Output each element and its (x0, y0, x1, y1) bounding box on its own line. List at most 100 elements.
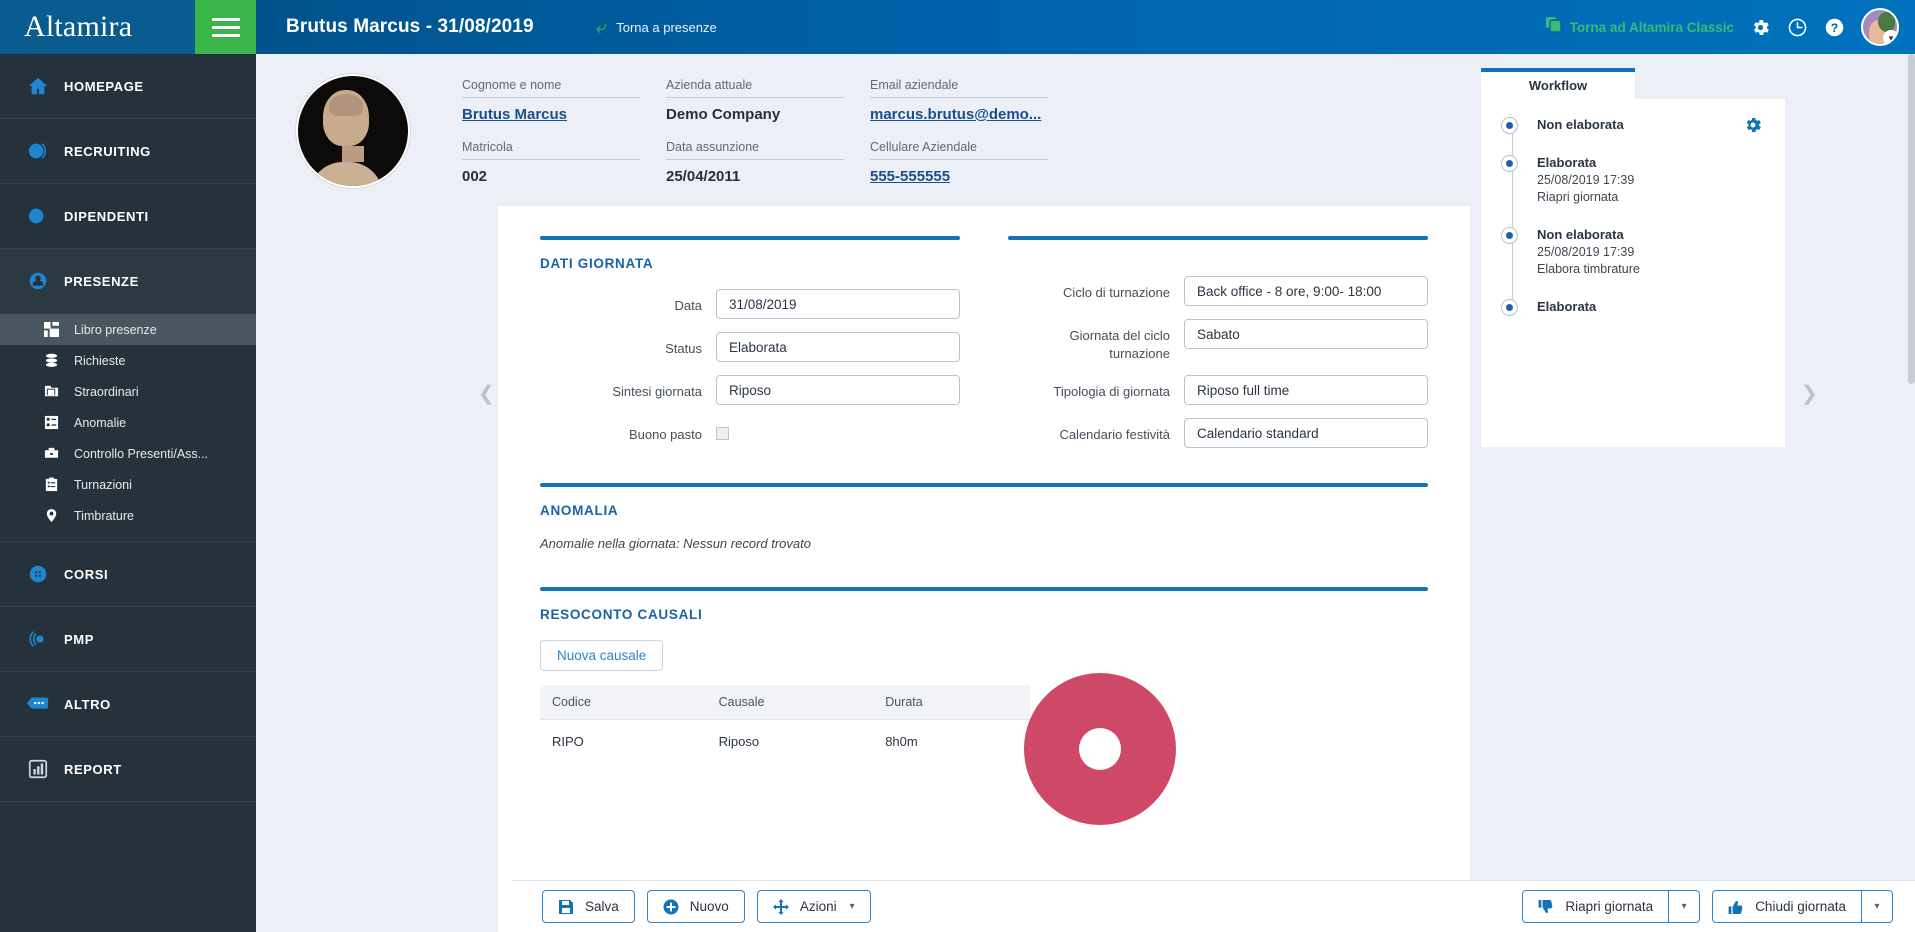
brand-logo: Altamira (24, 10, 133, 43)
sidebar-item-libro-presenze[interactable]: Libro presenze (0, 314, 256, 345)
briefcase-icon (44, 446, 74, 461)
button-label: Nuovo (689, 899, 729, 914)
workflow-step: Non elaborata (1501, 117, 1765, 134)
help-icon[interactable]: ? (1824, 17, 1845, 38)
chevron-down-icon[interactable]: ▾ (1883, 30, 1897, 44)
sidebar-item-report[interactable]: REPORT (0, 737, 256, 802)
bust-illustration (309, 90, 383, 186)
bottom-action-bar: Salva Nuovo Azioni ▾ Riapri giornata ▾ C… (512, 880, 1915, 932)
azioni-button[interactable]: Azioni ▾ (756, 890, 871, 923)
section-rule (540, 587, 1428, 592)
sidebar-item-corsi[interactable]: CORSI (0, 542, 256, 607)
anomalia-message: Anomalie nella giornata: Nessun record t… (540, 536, 811, 552)
presenze-submenu: Libro presenze Richieste Straordinari An… (0, 314, 256, 542)
sidebar-item-presenze[interactable]: PRESENZE (0, 249, 256, 314)
sidebar-item-homepage[interactable]: HOMEPAGE (0, 54, 256, 119)
sidebar-item-altro[interactable]: ALTRO (0, 672, 256, 737)
field-sintesi-giornata: Sintesi giornata Riposo (540, 375, 960, 405)
workflow-step: Non elaborata 25/08/2019 17:39 Elabora t… (1501, 227, 1765, 276)
sidebar-item-label: CORSI (64, 566, 109, 582)
field-cellulare-aziendale: Cellulare Aziendale 555-555555 (870, 140, 1048, 185)
sidebar-item-turnazioni[interactable]: Turnazioni (0, 469, 256, 500)
tipologia-giornata-input[interactable]: Riposo full time (1184, 375, 1428, 406)
giornata-ciclo-input[interactable]: Sabato (1184, 319, 1428, 349)
button-label: Chiudi giornata (1755, 899, 1846, 914)
riapri-giornata-dropdown[interactable]: ▾ (1669, 890, 1701, 923)
pmp-icon (16, 628, 60, 650)
sidebar-item-controllo-presenti[interactable]: Controllo Presenti/Ass... (0, 438, 256, 469)
field-label: Data assunzione (666, 140, 844, 160)
field-label: Tipologia di giornata (1053, 384, 1170, 400)
workflow-state: Elaborata (1537, 155, 1597, 170)
status-input[interactable]: Elaborata (716, 332, 960, 362)
field-value[interactable]: Brutus Marcus (462, 98, 640, 123)
anomaly-icon (44, 415, 74, 430)
data-input[interactable]: 31/08/2019 (716, 289, 960, 319)
sintesi-giornata-input[interactable]: Riposo (716, 375, 960, 405)
workflow-state: Non elaborata (1537, 227, 1624, 242)
brand-bar: Altamira (0, 0, 256, 54)
workflow-dot-icon (1501, 299, 1518, 316)
next-day-arrow[interactable]: ❯ (1801, 381, 1818, 406)
avatar[interactable]: ▾ (1861, 8, 1899, 46)
sidebar-item-anomalie[interactable]: Anomalie (0, 407, 256, 438)
sidebar-item-richieste[interactable]: Richieste (0, 345, 256, 376)
field-ciclo-turnazione: Ciclo di turnazione Back office - 8 ore,… (1008, 276, 1428, 306)
causali-table: Codice Causale Durata RIPO Riposo 8h0m (540, 685, 1030, 763)
tab-workflow[interactable]: Workflow (1481, 68, 1635, 99)
field-label: Buono pasto (628, 427, 702, 442)
field-matricola: Matricola 002 (462, 140, 640, 185)
chiudi-giornata-dropdown[interactable]: ▾ (1862, 890, 1893, 923)
database-icon (44, 353, 74, 368)
sidebar-item-straordinari[interactable]: Straordinari (0, 376, 256, 407)
employee-fields: Cognome e nome Brutus Marcus Matricola 0… (462, 74, 1074, 206)
cell-causale: Riposo (718, 734, 760, 750)
column-header-durata: Durata (873, 685, 1030, 721)
new-button[interactable]: Nuovo (646, 890, 745, 923)
cell-codice: RIPO (552, 734, 584, 750)
sidebar-item-dipendenti[interactable]: DIPENDENTI (0, 184, 256, 249)
altamira-classic-link[interactable]: Torna ad Altamira Classic (1545, 16, 1734, 38)
gear-icon[interactable] (1750, 17, 1771, 38)
bottom-right-actions: Riapri giornata ▾ Chiudi giornata ▾ (1522, 890, 1893, 923)
dati-giornata-section: DATI GIORNATA Data 31/08/2019 Status Ela… (540, 236, 1428, 461)
riapri-giornata-button[interactable]: Riapri giornata (1522, 890, 1670, 923)
clipboard-icon (44, 477, 74, 492)
sidebar: Altamira HOMEPAGE RECRUITING DIPENDENTI (0, 0, 256, 932)
sidebar-item-label: REPORT (64, 761, 122, 777)
calendario-festivita-input[interactable]: Calendario standard (1184, 418, 1428, 449)
field-value[interactable]: 555-555555 (870, 160, 1048, 185)
sidebar-item-label: PRESENZE (64, 273, 139, 289)
top-bar-actions: Torna ad Altamira Classic ? ▾ (1545, 8, 1915, 46)
save-button[interactable]: Salva (542, 890, 635, 923)
sidebar-sub-label: Timbrature (74, 508, 134, 523)
clock-icon[interactable] (1787, 17, 1808, 38)
workflow-step: Elaborata (1501, 299, 1765, 316)
hamburger-icon[interactable] (195, 0, 256, 54)
back-arrow-icon: ⤷ (595, 16, 607, 38)
chiudi-giornata-button[interactable]: Chiudi giornata (1712, 890, 1862, 923)
ciclo-turnazione-input[interactable]: Back office - 8 ore, 9:00- 18:00 (1184, 276, 1428, 306)
back-to-presenze-link[interactable]: ⤷ Torna a presenze (595, 16, 717, 38)
previous-day-arrow[interactable]: ❮ (478, 381, 495, 406)
buono-pasto-checkbox[interactable] (716, 427, 729, 440)
report-icon (16, 758, 60, 780)
application-root: Altamira HOMEPAGE RECRUITING DIPENDENTI (0, 0, 1915, 932)
sidebar-sub-label: Turnazioni (74, 477, 132, 492)
resoconto-causali-section: RESOCONTO CAUSALI Nuova causale Codice C… (540, 587, 1428, 763)
field-data: Data 31/08/2019 (540, 289, 960, 319)
sidebar-item-recruiting[interactable]: RECRUITING (0, 119, 256, 184)
sidebar-sub-label: Controllo Presenti/Ass... (74, 446, 209, 461)
page-scrollbar[interactable] (1908, 54, 1915, 634)
field-value: 002 (462, 168, 488, 185)
workflow-body: Non elaborata Elaborata 25/08/2019 17:39… (1481, 99, 1785, 447)
sidebar-item-pmp[interactable]: PMP (0, 607, 256, 672)
field-azienda-attuale: Azienda attuale Demo Company (666, 78, 844, 123)
table-row[interactable]: RIPO Riposo 8h0m (540, 720, 1030, 764)
table-header-row: Codice Causale Durata (540, 685, 1030, 721)
field-value[interactable]: marcus.brutus@demo... (870, 98, 1048, 123)
nuova-causale-button[interactable]: Nuova causale (540, 640, 664, 672)
sidebar-item-timbrature[interactable]: Timbrature (0, 500, 256, 531)
employee-field-column: Azienda attuale Demo Company Data assunz… (666, 78, 844, 206)
altamira-classic-label: Torna ad Altamira Classic (1569, 19, 1734, 35)
